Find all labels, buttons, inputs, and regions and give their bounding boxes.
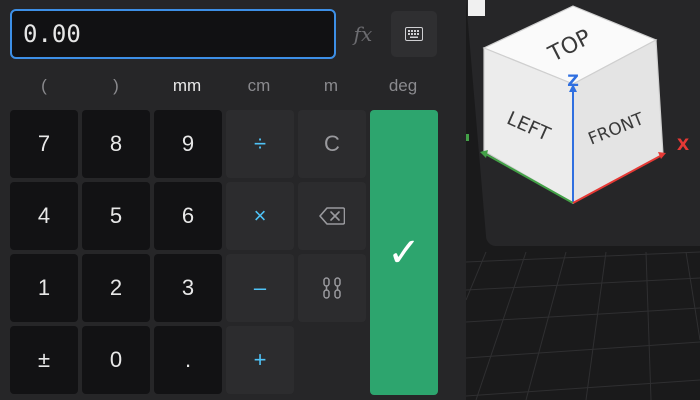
unit-row: ( ) mm cm m deg <box>10 70 440 102</box>
unit-cm-button[interactable]: cm <box>225 70 293 102</box>
corner-marker <box>468 0 485 16</box>
keyboard-icon <box>405 27 423 41</box>
divide-button[interactable]: ÷ <box>226 110 294 178</box>
confirm-button[interactable]: ✓ <box>370 110 438 395</box>
keyboard-button[interactable] <box>391 11 437 57</box>
key-5[interactable]: 5 <box>82 182 150 250</box>
plus-minus-button[interactable]: ± <box>10 326 78 394</box>
key-0[interactable]: 0 <box>82 326 150 394</box>
key-3[interactable]: 3 <box>154 254 222 322</box>
backspace-icon <box>319 207 345 225</box>
clear-button[interactable]: C <box>298 110 366 178</box>
value-display[interactable]: 0.00 <box>10 9 336 59</box>
decimal-button[interactable]: . <box>154 326 222 394</box>
plus-button[interactable]: + <box>226 326 294 394</box>
key-4[interactable]: 4 <box>10 182 78 250</box>
key-7[interactable]: 7 <box>10 110 78 178</box>
link-button[interactable] <box>298 254 366 322</box>
3d-viewport[interactable]: TOP LEFT FRONT Z X <box>466 0 700 400</box>
link-icon <box>323 277 341 299</box>
multiply-button[interactable]: × <box>226 182 294 250</box>
calculator-panel: 0.00 fx ( ) mm cm m deg 7 8 9 ÷ C 4 5 6 … <box>0 0 466 400</box>
unit-deg-button[interactable]: deg <box>369 70 437 102</box>
key-6[interactable]: 6 <box>154 182 222 250</box>
key-2[interactable]: 2 <box>82 254 150 322</box>
key-8[interactable]: 8 <box>82 110 150 178</box>
key-9[interactable]: 9 <box>154 110 222 178</box>
viewport-canvas: TOP LEFT FRONT Z X <box>466 0 700 400</box>
open-paren-button[interactable]: ( <box>10 70 78 102</box>
x-axis-label: X <box>677 135 690 154</box>
unit-m-button[interactable]: m <box>297 70 365 102</box>
formula-button[interactable]: fx <box>343 11 383 57</box>
minus-button[interactable]: – <box>226 254 294 322</box>
key-1[interactable]: 1 <box>10 254 78 322</box>
z-axis-label: Z <box>567 71 579 90</box>
backspace-button[interactable] <box>298 182 366 250</box>
close-paren-button[interactable]: ) <box>82 70 150 102</box>
unit-mm-button[interactable]: mm <box>153 70 221 102</box>
